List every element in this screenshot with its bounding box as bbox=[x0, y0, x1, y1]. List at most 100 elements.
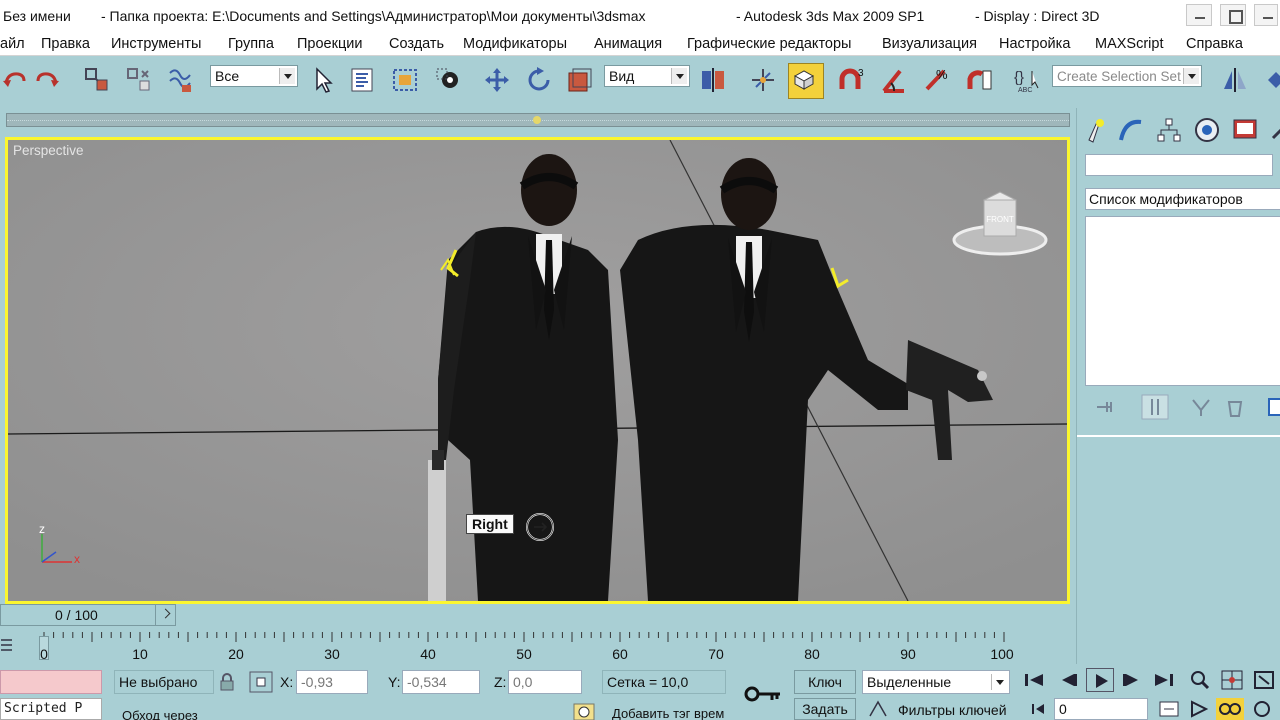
time-config-start-icon[interactable] bbox=[1028, 700, 1048, 718]
close-button[interactable] bbox=[1254, 4, 1278, 26]
play-forward-icon[interactable] bbox=[1188, 700, 1210, 718]
modifier-list-dropdown[interactable]: Список модификаторов bbox=[1085, 188, 1280, 210]
time-tag-icon[interactable] bbox=[572, 702, 596, 720]
modify-tab-icon[interactable] bbox=[1117, 116, 1145, 144]
configure-modifier-sets-icon[interactable] bbox=[1267, 396, 1280, 418]
absolute-mode-transform-icon[interactable] bbox=[248, 670, 274, 694]
zoom-icon[interactable] bbox=[1186, 668, 1214, 692]
stack-toolbar bbox=[1085, 394, 1280, 420]
perspective-viewport[interactable]: Perspective z x FRONT Right bbox=[5, 137, 1070, 604]
unlink-selection-icon[interactable] bbox=[124, 65, 154, 95]
set-key-button[interactable]: Задать bbox=[794, 698, 856, 720]
viewport-label[interactable]: Perspective bbox=[13, 143, 84, 158]
menu-tools[interactable]: Инструменты bbox=[111, 34, 201, 54]
keyboard-shortcut-override-icon[interactable] bbox=[788, 63, 824, 99]
axis-z-label: z bbox=[39, 522, 45, 536]
z-coord-field[interactable]: 0,0 bbox=[508, 670, 582, 694]
display-tab-icon[interactable] bbox=[1231, 116, 1259, 144]
modifier-stack[interactable] bbox=[1085, 216, 1280, 386]
mirror-icon[interactable] bbox=[1220, 65, 1250, 95]
go-to-end-icon[interactable] bbox=[1150, 668, 1178, 692]
select-object-icon[interactable] bbox=[308, 65, 338, 95]
angle-snap-icon[interactable] bbox=[880, 65, 910, 95]
next-frame-arrow-icon[interactable] bbox=[155, 605, 175, 625]
utilities-tab-icon[interactable] bbox=[1267, 116, 1280, 144]
grid-size-status: Сетка = 10,0 bbox=[602, 670, 726, 694]
select-and-manipulate-icon[interactable] bbox=[748, 65, 778, 95]
remove-modifier-icon[interactable] bbox=[1223, 396, 1247, 418]
create-tab-icon[interactable] bbox=[1081, 116, 1109, 144]
reference-coordinate-dropdown[interactable]: Вид bbox=[604, 65, 690, 87]
menu-animation[interactable]: Анимация bbox=[594, 34, 662, 54]
make-unique-icon[interactable] bbox=[1189, 396, 1213, 418]
menu-modifiers[interactable]: Модификаторы bbox=[463, 34, 567, 54]
minimize-button[interactable] bbox=[1186, 4, 1212, 26]
maxscript-mini-listener[interactable]: Scripted P bbox=[0, 698, 102, 720]
show-end-result-icon[interactable] bbox=[1141, 394, 1169, 420]
object-name-field[interactable] bbox=[1085, 154, 1273, 176]
menu-edit[interactable]: Правка bbox=[41, 34, 90, 54]
key-filters-icon[interactable] bbox=[868, 700, 888, 718]
window-crossing-icon[interactable] bbox=[434, 65, 464, 95]
play-icon[interactable] bbox=[1086, 668, 1114, 692]
auto-key-button[interactable]: Ключ bbox=[794, 670, 856, 694]
menu-maxscript[interactable]: MAXScript bbox=[1095, 34, 1164, 54]
time-configuration-icon[interactable] bbox=[1158, 700, 1180, 718]
maxscript-listener-pink[interactable] bbox=[0, 670, 102, 694]
key-mode-dropdown[interactable]: Выделенные bbox=[862, 670, 1010, 694]
key-filters-button[interactable]: Фильтры ключей bbox=[898, 702, 1007, 718]
menu-file[interactable]: айл bbox=[0, 34, 25, 54]
walkthrough-icon[interactable] bbox=[1216, 698, 1244, 720]
redo-icon[interactable] bbox=[32, 65, 62, 95]
menu-help[interactable]: Справка bbox=[1186, 34, 1243, 54]
mini-curve-editor-icon[interactable] bbox=[0, 636, 16, 654]
window-title-app: - Autodesk 3ds Max 2009 SP1 bbox=[736, 8, 925, 24]
zoom-all-icon[interactable] bbox=[1218, 668, 1246, 692]
select-and-rotate-icon[interactable] bbox=[524, 65, 554, 95]
align-icon[interactable] bbox=[1258, 65, 1280, 95]
arc-rotate-icon[interactable] bbox=[1250, 700, 1274, 718]
snaps-toggle-icon[interactable]: 3 bbox=[836, 65, 866, 95]
timeline-ruler[interactable]: 0 10 20 30 40 50 60 70 80 90 100 bbox=[0, 632, 1072, 664]
time-slider[interactable]: 0 / 100 bbox=[0, 604, 176, 626]
hierarchy-tab-icon[interactable] bbox=[1155, 116, 1183, 144]
menu-group[interactable]: Группа bbox=[228, 34, 274, 54]
pin-stack-icon[interactable] bbox=[1093, 396, 1117, 418]
selection-filter-dropdown[interactable]: Все bbox=[210, 65, 298, 87]
tick-label-70: 70 bbox=[708, 646, 724, 662]
tick-label-20: 20 bbox=[228, 646, 244, 662]
menu-customize[interactable]: Настройка bbox=[999, 34, 1070, 54]
chevron-down-icon bbox=[671, 68, 687, 84]
rectangular-selection-icon[interactable] bbox=[390, 65, 420, 95]
named-selection-set-dropdown[interactable]: Create Selection Set bbox=[1052, 65, 1202, 87]
undo-icon[interactable] bbox=[0, 65, 30, 95]
select-and-scale-icon[interactable] bbox=[565, 65, 595, 95]
spinner-snap-icon[interactable] bbox=[964, 65, 994, 95]
go-to-start-icon[interactable] bbox=[1020, 668, 1048, 692]
select-and-move-icon[interactable] bbox=[482, 65, 512, 95]
menu-graph-editors[interactable]: Графические редакторы bbox=[687, 34, 851, 54]
select-and-link-icon[interactable] bbox=[82, 65, 112, 95]
next-frame-icon[interactable] bbox=[1118, 668, 1146, 692]
x-coord-field[interactable]: -0,93 bbox=[296, 670, 368, 694]
pivot-center-icon[interactable] bbox=[698, 65, 728, 95]
previous-frame-icon[interactable] bbox=[1054, 668, 1082, 692]
orbit-cursor-icon bbox=[526, 513, 554, 541]
motion-tab-icon[interactable] bbox=[1193, 116, 1221, 144]
menu-rendering[interactable]: Визуализация bbox=[882, 34, 977, 54]
current-frame-field[interactable]: 0 bbox=[1054, 698, 1148, 720]
percent-snap-icon[interactable]: % bbox=[922, 65, 952, 95]
y-coord-field[interactable]: -0,534 bbox=[402, 670, 480, 694]
zoom-extents-icon[interactable] bbox=[1250, 668, 1278, 692]
bind-to-space-warp-icon[interactable] bbox=[166, 65, 196, 95]
add-time-tag[interactable]: Добавить тэг врем bbox=[612, 706, 724, 720]
track-bar-top[interactable] bbox=[6, 113, 1070, 127]
lock-icon[interactable] bbox=[218, 672, 236, 692]
edit-named-selection-icon[interactable]: {} ABC bbox=[1012, 65, 1042, 95]
menu-create[interactable]: Создать bbox=[389, 34, 444, 54]
maximize-button[interactable] bbox=[1220, 4, 1246, 26]
select-by-name-icon[interactable] bbox=[348, 65, 378, 95]
set-key-icon[interactable] bbox=[744, 684, 782, 704]
menu-views[interactable]: Проекции bbox=[297, 34, 362, 54]
viewcube-icon[interactable]: FRONT bbox=[952, 188, 1048, 260]
